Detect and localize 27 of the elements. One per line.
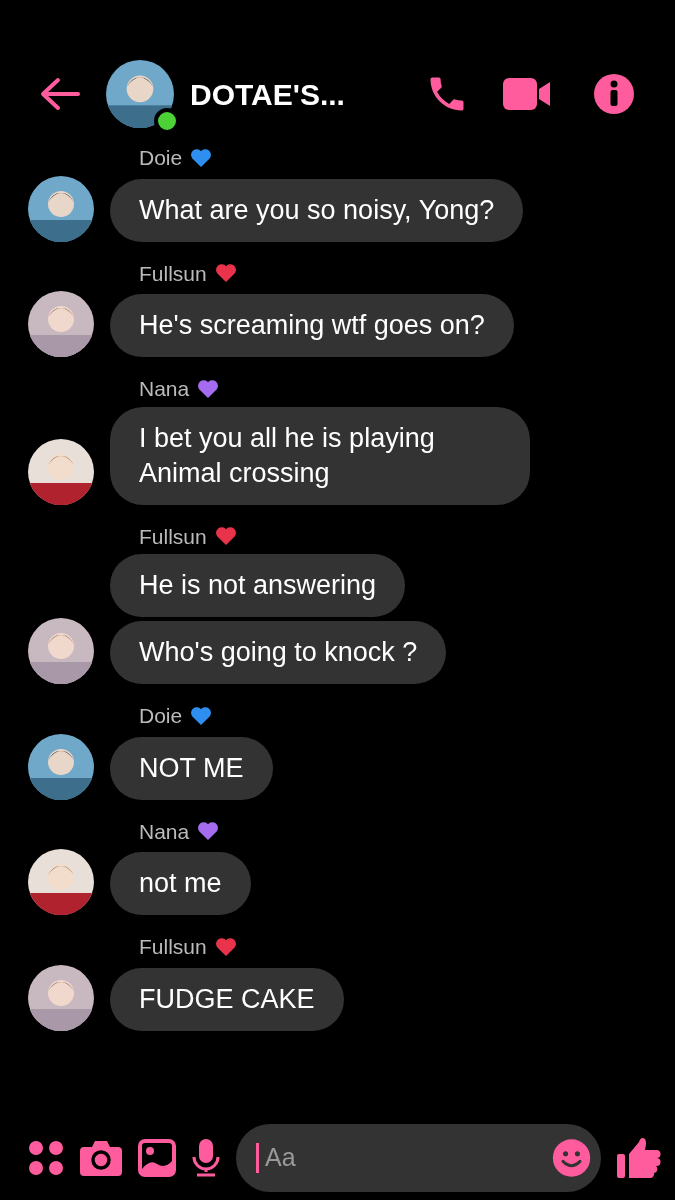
microphone-icon[interactable] xyxy=(192,1139,220,1177)
message-input[interactable]: Aa xyxy=(263,1138,548,1178)
thumbs-up-icon[interactable] xyxy=(617,1136,661,1180)
info-icon[interactable] xyxy=(593,73,635,115)
sender-name: Nana xyxy=(139,818,190,845)
apps-icon[interactable] xyxy=(28,1140,64,1176)
message-bubble: He is not answering xyxy=(110,554,406,617)
video-camera-icon[interactable] xyxy=(503,77,551,111)
message-bubble: What are you so noisy, Yong? xyxy=(110,178,524,242)
message-bubble: He's screaming wtf goes on? xyxy=(110,294,514,357)
message-bubble: NOT ME xyxy=(110,736,273,800)
camera-icon[interactable] xyxy=(80,1140,122,1176)
message-input-field[interactable]: Aa xyxy=(236,1124,601,1192)
sender-name: Doie xyxy=(139,703,183,729)
image-icon[interactable] xyxy=(138,1139,176,1177)
sender-name: Fullsun xyxy=(139,260,207,287)
sender-name: Doie xyxy=(139,145,183,171)
back-arrow-icon[interactable] xyxy=(38,76,82,112)
message-bubble: not me xyxy=(110,852,251,915)
message-bubble: Who's going to knock ? xyxy=(110,621,447,684)
chat-title: DOTAE'S... xyxy=(190,76,345,113)
message-bubble: I bet you all he is playing Animal crossing xyxy=(110,406,530,505)
message-bubble: FUDGE CAKE xyxy=(110,967,344,1031)
sender-name: Nana xyxy=(139,376,190,402)
sender-name: Fullsun xyxy=(139,934,207,960)
text-cursor-icon xyxy=(256,1143,259,1173)
sender-name: Fullsun xyxy=(139,523,207,550)
